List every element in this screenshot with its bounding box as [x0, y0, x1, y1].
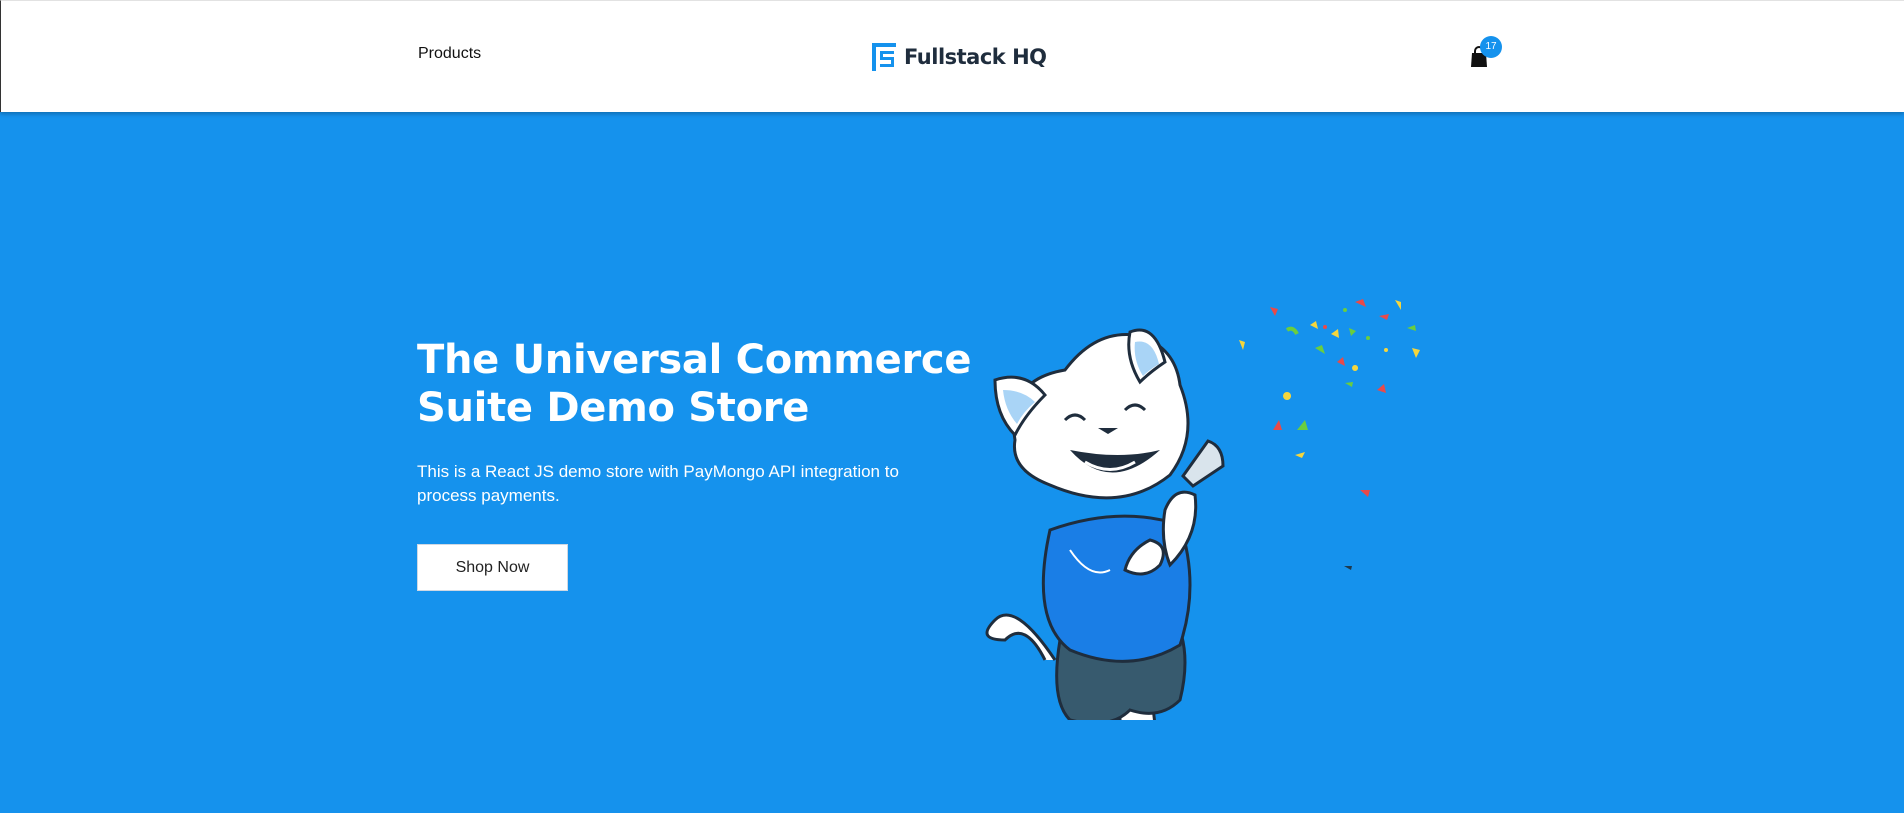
brand-logo[interactable]: Fullstack HQ — [870, 41, 1047, 73]
confetti-top — [1239, 299, 1420, 570]
cart-count-badge: 17 — [1480, 36, 1502, 58]
hero-section: The Universal Commerce Suite Demo Store … — [0, 112, 1904, 813]
fullstack-logo-icon — [872, 43, 896, 71]
hero-description: This is a React JS demo store with PayMo… — [417, 462, 899, 505]
hero-title: The Universal Commerce Suite Demo Store — [417, 337, 972, 431]
page: Products Fullstack HQ 17 The Universal C… — [0, 0, 1904, 813]
site-header: Products Fullstack HQ 17 — [0, 0, 1904, 112]
party-cat-illustration — [985, 299, 1420, 720]
logo-text: Fullstack HQ — [904, 45, 1047, 69]
shop-now-button[interactable]: Shop Now — [417, 544, 568, 591]
nav-products-link[interactable]: Products — [418, 45, 481, 63]
